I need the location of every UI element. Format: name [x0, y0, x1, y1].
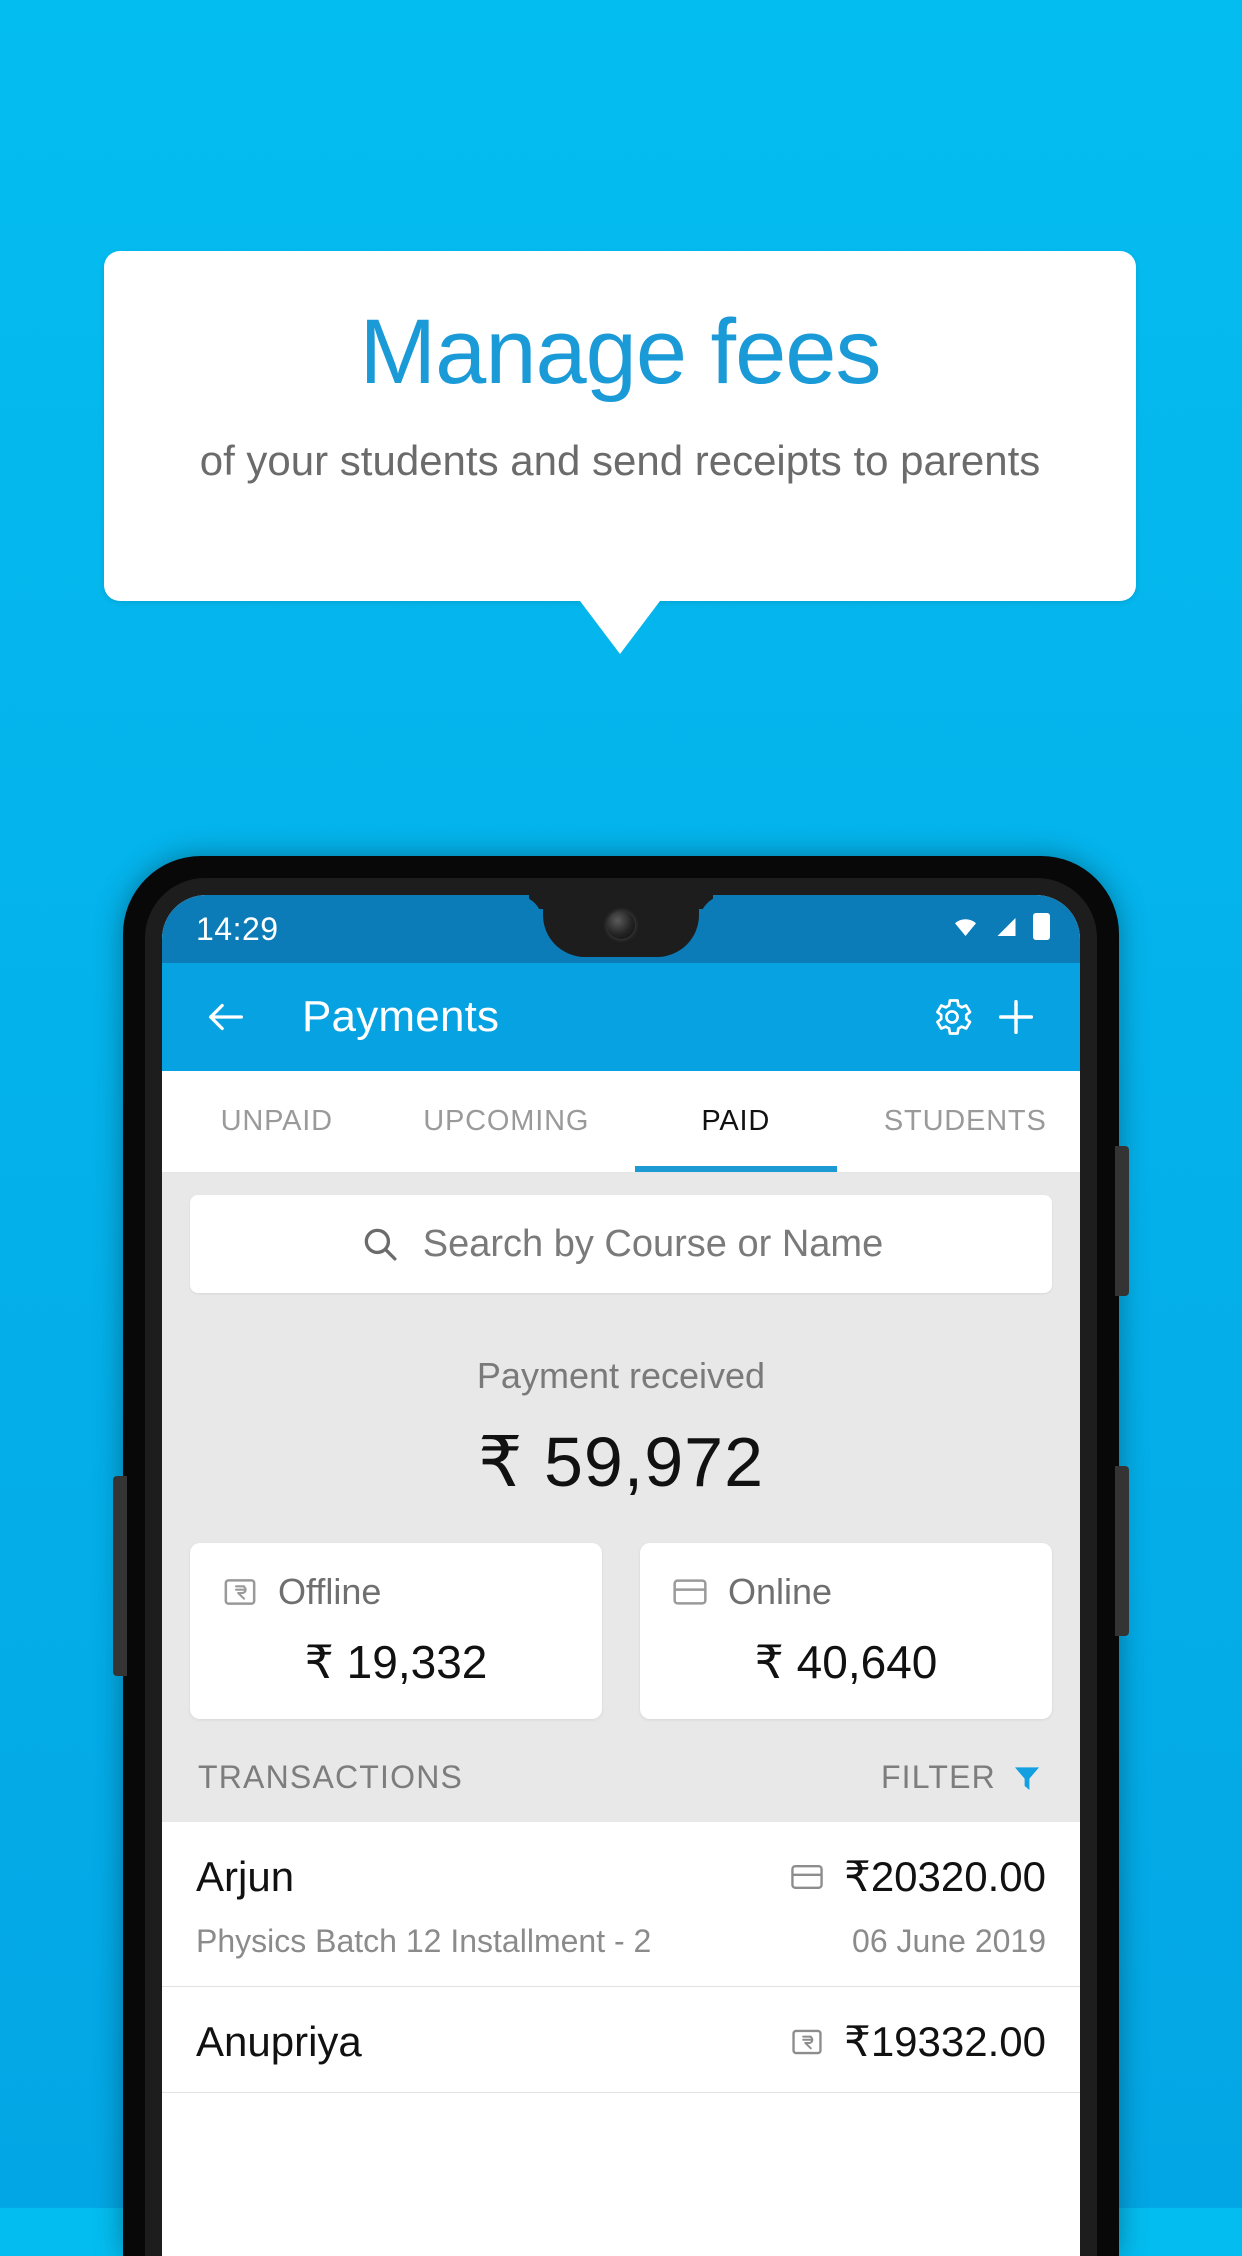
plus-icon	[998, 999, 1034, 1035]
transaction-amount-group: ₹19332.00	[788, 2017, 1046, 2066]
transaction-course: Physics Batch 12 Installment - 2	[196, 1923, 652, 1959]
settings-button[interactable]	[920, 985, 984, 1049]
wifi-icon	[955, 918, 976, 936]
online-card-amount: ₹ 40,640	[754, 1636, 938, 1688]
table-row[interactable]: Arjun ₹20320.00 Physics Batch 12 Install…	[162, 1822, 1080, 1987]
payment-mode-cards: Offline ₹ 19,332 Online ₹ 40,640	[162, 1507, 1080, 1719]
app-bar: Payments	[162, 963, 1080, 1071]
back-arrow-icon	[209, 1003, 243, 1031]
summary-amount: ₹ 59,972	[477, 1423, 765, 1501]
filter-label: FILTER	[880, 1759, 996, 1795]
add-button[interactable]	[984, 985, 1048, 1049]
back-button[interactable]	[194, 985, 258, 1049]
promo-callout-tail	[580, 601, 660, 654]
credit-card-icon	[673, 1579, 707, 1605]
transaction-primary-row: Arjun ₹20320.00	[196, 1852, 1046, 1901]
promo-title: Manage fees	[359, 301, 882, 403]
status-icons	[951, 913, 1050, 940]
front-camera-icon	[607, 911, 635, 939]
transaction-primary-row: Anupriya ₹19332.00	[196, 2017, 1046, 2066]
tab-students[interactable]: STUDENTS	[851, 1071, 1081, 1172]
tab-paid[interactable]: PAID	[621, 1071, 851, 1172]
filter-button[interactable]: FILTER	[881, 1759, 1044, 1796]
transaction-date: 06 June 2019	[852, 1923, 1046, 1959]
funnel-icon	[1014, 1766, 1040, 1790]
transactions-list: Arjun ₹20320.00 Physics Batch 12 Install…	[162, 1822, 1080, 2093]
signal-icon	[997, 917, 1016, 936]
offline-card-header: Offline	[220, 1571, 572, 1613]
offline-payment-card[interactable]: Offline ₹ 19,332	[190, 1543, 602, 1719]
online-payment-card[interactable]: Online ₹ 40,640	[640, 1543, 1052, 1719]
online-card-header: Online	[670, 1571, 1022, 1613]
summary-label: Payment received	[476, 1355, 766, 1396]
phone-screen: 14:29 Payments UNPAID UPCOMING PAID STUD…	[162, 895, 1080, 2256]
offline-card-amount: ₹ 19,332	[304, 1636, 488, 1688]
transaction-amount-group: ₹20320.00	[788, 1852, 1046, 1901]
search-icon	[364, 1228, 397, 1261]
page-title: Payments	[302, 992, 500, 1041]
status-time: 14:29	[196, 911, 279, 947]
volume-up-button[interactable]	[1115, 1146, 1129, 1296]
status-bar: 14:29	[162, 895, 1080, 963]
tab-unpaid[interactable]: UNPAID	[162, 1071, 392, 1172]
search-section: Search by Course or Name	[162, 1173, 1080, 1313]
transaction-name: Anupriya	[196, 2017, 362, 2065]
power-button[interactable]	[113, 1476, 127, 1676]
transactions-label: TRANSACTIONS	[198, 1759, 464, 1795]
payment-summary: Payment received ₹ 59,972	[162, 1313, 1080, 1507]
rupee-note-icon	[792, 2029, 822, 2054]
table-row[interactable]: Anupriya ₹19332.00	[162, 1987, 1080, 2093]
tab-upcoming[interactable]: UPCOMING	[392, 1071, 622, 1172]
offline-card-label: Offline	[278, 1571, 382, 1612]
battery-icon	[1033, 913, 1050, 940]
search-placeholder: Search by Course or Name	[422, 1222, 884, 1265]
gear-icon	[936, 999, 972, 1035]
transactions-header: TRANSACTIONS FILTER	[162, 1719, 1080, 1822]
phone-mockup: 14:29 Payments UNPAID UPCOMING PAID STUD…	[113, 856, 1129, 2256]
tab-bar: UNPAID UPCOMING PAID STUDENTS	[162, 1071, 1080, 1173]
credit-card-icon	[791, 1864, 823, 1889]
promo-card: Manage fees of your students and send re…	[104, 251, 1136, 601]
transaction-amount: ₹19332.00	[844, 2018, 1046, 2065]
transaction-name: Arjun	[196, 1852, 295, 1900]
volume-down-button[interactable]	[1115, 1466, 1129, 1636]
transaction-amount: ₹20320.00	[844, 1853, 1046, 1900]
transaction-secondary-row: Physics Batch 12 Installment - 2 06 June…	[196, 1923, 1046, 1960]
online-card-label: Online	[728, 1571, 833, 1612]
content-area: Search by Course or Name Payment receive…	[162, 1173, 1080, 2093]
search-input[interactable]: Search by Course or Name	[190, 1195, 1052, 1293]
promo-callout: Manage fees of your students and send re…	[104, 251, 1136, 654]
promo-subtitle: of your students and send receipts to pa…	[199, 437, 1041, 484]
rupee-note-icon	[224, 1579, 256, 1605]
